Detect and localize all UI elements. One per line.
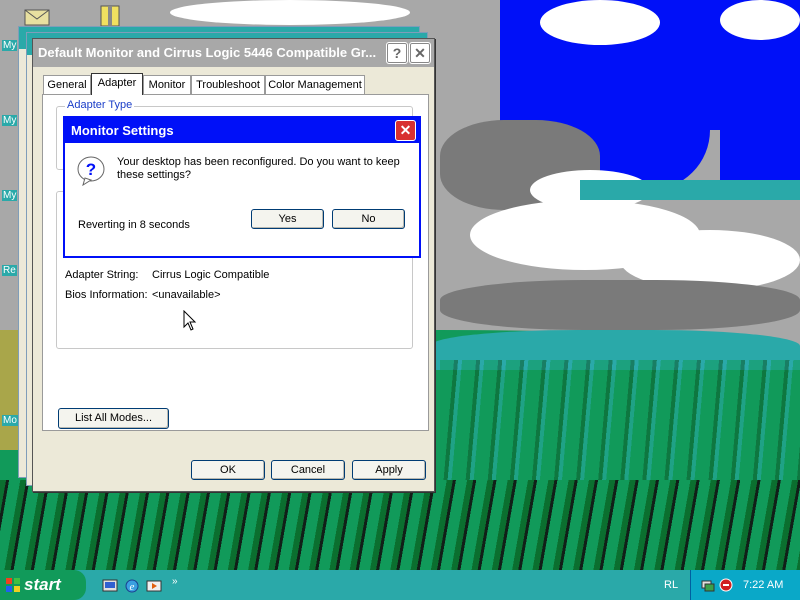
dialog-close-button[interactable]: ✕ bbox=[395, 120, 416, 141]
taskbar: start e » RL 7:22 AM bbox=[0, 570, 800, 600]
display-properties-window[interactable]: Default Monitor and Cirrus Logic 5446 Co… bbox=[32, 38, 435, 492]
start-button[interactable]: start bbox=[0, 570, 86, 600]
tab-adapter[interactable]: Adapter bbox=[91, 73, 143, 95]
list-all-modes-button[interactable]: List All Modes... bbox=[58, 408, 169, 429]
windows-logo-icon bbox=[5, 577, 21, 598]
window-titlebar[interactable]: Default Monitor and Cirrus Logic 5446 Co… bbox=[33, 39, 434, 67]
mouse-cursor-icon bbox=[183, 309, 197, 332]
adapter-type-group-label: Adapter Type bbox=[65, 99, 135, 111]
mail-icon[interactable] bbox=[24, 4, 50, 26]
desktop-icon-label[interactable]: Re bbox=[2, 265, 17, 276]
apply-button[interactable]: Apply bbox=[352, 460, 426, 480]
sky-band bbox=[580, 180, 800, 200]
cloud bbox=[540, 0, 660, 45]
tab-troubleshoot[interactable]: Troubleshoot bbox=[191, 75, 265, 94]
toolbar-label[interactable]: RL bbox=[664, 579, 678, 591]
quick-launch-chevron-icon[interactable]: » bbox=[172, 576, 178, 587]
bios-information-label: Bios Information: bbox=[65, 289, 148, 301]
cancel-button[interactable]: Cancel bbox=[271, 460, 345, 480]
security-tray-icon[interactable] bbox=[719, 578, 733, 595]
clock[interactable]: 7:22 AM bbox=[743, 579, 783, 591]
tab-general[interactable]: General bbox=[43, 75, 91, 94]
grass-texture bbox=[440, 360, 800, 480]
adapter-string-label: Adapter String: bbox=[65, 269, 139, 281]
show-desktop-icon[interactable] bbox=[102, 578, 118, 594]
help-button[interactable]: ? bbox=[386, 42, 408, 64]
close-icon: ✕ bbox=[399, 122, 412, 138]
monitor-settings-dialog[interactable]: Monitor Settings ✕ ? Your desktop has be… bbox=[63, 116, 421, 258]
question-icon: ? bbox=[77, 156, 105, 187]
start-label: start bbox=[24, 575, 61, 594]
desktop-icon-label[interactable]: Mo bbox=[2, 415, 18, 426]
bios-information-value: <unavailable> bbox=[152, 289, 221, 301]
cloud-shadow bbox=[440, 280, 800, 330]
zip-folder-icon[interactable] bbox=[98, 4, 124, 27]
help-icon: ? bbox=[392, 45, 402, 61]
cloud bbox=[170, 0, 410, 25]
ok-button[interactable]: OK bbox=[191, 460, 265, 480]
no-button[interactable]: No bbox=[332, 209, 405, 229]
grass-texture bbox=[0, 480, 800, 570]
dialog-title: Monitor Settings bbox=[71, 123, 174, 138]
tab-monitor[interactable]: Monitor bbox=[143, 75, 191, 94]
network-tray-icon[interactable] bbox=[701, 578, 715, 595]
desktop-icon-label[interactable]: My bbox=[2, 40, 18, 51]
dialog-titlebar[interactable]: Monitor Settings ✕ bbox=[65, 118, 419, 143]
system-tray: 7:22 AM bbox=[690, 570, 800, 600]
desktop-icon-label[interactable]: My bbox=[2, 190, 18, 201]
revert-countdown: Reverting in 8 seconds bbox=[78, 219, 190, 231]
close-button[interactable]: ✕ bbox=[409, 42, 431, 64]
internet-explorer-icon[interactable]: e bbox=[124, 578, 140, 594]
svg-text:e: e bbox=[130, 581, 135, 593]
adapter-string-value: Cirrus Logic Compatible bbox=[152, 269, 270, 281]
tab-color-management[interactable]: Color Management bbox=[265, 75, 365, 94]
close-icon: ✕ bbox=[414, 45, 426, 61]
media-player-icon[interactable] bbox=[146, 578, 162, 594]
window-title: Default Monitor and Cirrus Logic 5446 Co… bbox=[38, 45, 377, 60]
svg-text:?: ? bbox=[86, 160, 96, 179]
yes-button[interactable]: Yes bbox=[251, 209, 324, 229]
sky-area bbox=[720, 100, 800, 180]
dialog-message: Your desktop has been reconfigured. Do y… bbox=[117, 156, 400, 181]
desktop-icon-label[interactable]: My bbox=[2, 115, 18, 126]
cloud bbox=[720, 0, 800, 40]
